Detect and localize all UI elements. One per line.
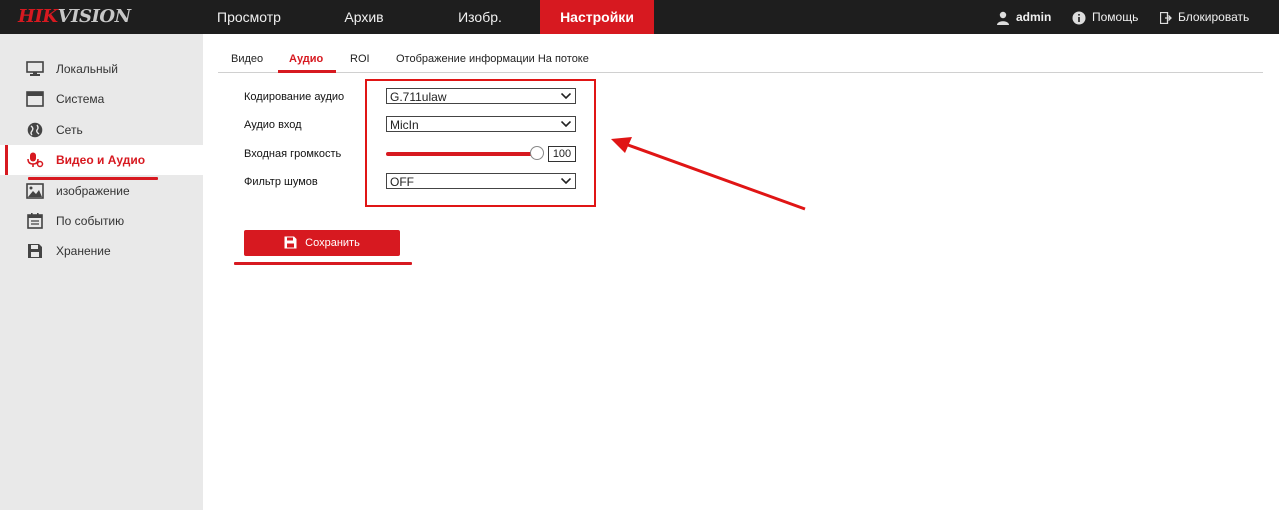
annotation-arrow bbox=[611, 137, 806, 211]
annotation-arrow-shaft bbox=[627, 143, 806, 211]
